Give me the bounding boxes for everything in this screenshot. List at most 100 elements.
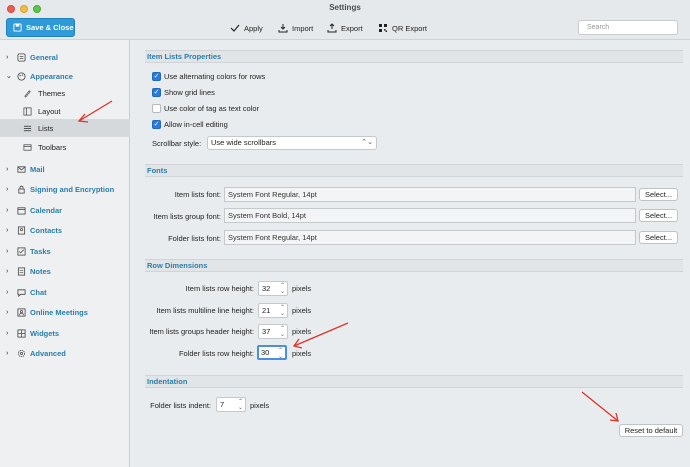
list-icon bbox=[23, 125, 32, 131]
checkbox-label: Use color of tag as text color bbox=[164, 104, 260, 113]
chevron-right-icon: › bbox=[6, 349, 9, 357]
unit-label: pixels bbox=[292, 306, 312, 315]
item-lists-font-label: Item lists font: bbox=[174, 190, 221, 199]
multiline-height-stepper[interactable]: 21 ⌃ ⌄ bbox=[258, 303, 288, 318]
checkbox-unchecked[interactable] bbox=[152, 104, 161, 113]
groups-header-height-stepper[interactable]: 37 ⌃ ⌄ bbox=[258, 324, 288, 339]
sidebar-item-label: Online Meetings bbox=[30, 307, 88, 317]
save-close-button[interactable]: Save & Close bbox=[6, 18, 75, 37]
checkbox-checked[interactable]: ✓ bbox=[152, 120, 161, 129]
title-bar: Settings Save & Close Apply Import Expor… bbox=[0, 0, 690, 40]
chevron-down-icon: ⌄ bbox=[6, 73, 12, 80]
sidebar-item-contacts[interactable]: › Contacts bbox=[0, 221, 130, 239]
row-height-stepper[interactable]: 32 ⌃ ⌄ bbox=[258, 281, 288, 296]
chevron-up-down-icon: ⌃⌄ bbox=[361, 139, 373, 146]
groups-header-height-label: Item lists groups header height: bbox=[149, 327, 254, 336]
sidebar-item-signing[interactable]: › Signing and Encryption bbox=[0, 180, 130, 198]
sidebar-item-label: Signing and Encryption bbox=[30, 184, 115, 194]
section-header-item-lists-properties: Item Lists Properties bbox=[145, 50, 683, 63]
chevron-right-icon: › bbox=[6, 329, 9, 337]
checkbox-label: Use alternating colors for rows bbox=[164, 72, 266, 81]
sidebar-item-label: Layout bbox=[38, 106, 61, 116]
sidebar-item-widgets[interactable]: › Widgets bbox=[0, 324, 130, 342]
checklist-icon bbox=[17, 246, 26, 256]
search-input[interactable]: Search bbox=[578, 20, 678, 35]
unit-label: pixels bbox=[250, 401, 270, 410]
sidebar-item-layout[interactable]: Layout bbox=[0, 102, 130, 120]
sidebar-item-online-meetings[interactable]: › Online Meetings bbox=[0, 303, 130, 321]
sidebar-item-label: Lists bbox=[38, 123, 54, 133]
chat-bubble-icon bbox=[17, 288, 26, 297]
alternating-colors-checkbox[interactable]: ✓ Use alternating colors for rows bbox=[152, 72, 265, 81]
qr-export-label: QR Export bbox=[392, 23, 428, 33]
chevron-right-icon: › bbox=[6, 206, 9, 214]
folder-row-height-label: Folder lists row height: bbox=[178, 349, 254, 358]
checkbox-checked[interactable]: ✓ bbox=[152, 72, 161, 81]
import-button[interactable]: Import bbox=[278, 23, 313, 33]
envelope-icon bbox=[17, 165, 26, 173]
stepper-value: 37 bbox=[262, 327, 271, 336]
meeting-icon bbox=[17, 307, 26, 317]
window-title: Settings bbox=[329, 3, 361, 12]
folder-row-height-stepper[interactable]: 30 ⌃ ⌄ bbox=[257, 345, 287, 360]
scrollbar-style-label: Scrollbar style: bbox=[152, 139, 202, 148]
folder-indent-label: Folder lists indent: bbox=[150, 401, 211, 410]
palette-icon bbox=[17, 71, 26, 81]
sidebar-item-notes[interactable]: › Notes bbox=[0, 262, 130, 280]
in-cell-editing-checkbox[interactable]: ✓ Allow in-cell editing bbox=[152, 120, 228, 129]
qr-export-button[interactable]: QR Export bbox=[378, 23, 427, 33]
stepper-arrows-icon[interactable]: ⌃ ⌄ bbox=[278, 347, 283, 360]
select-folder-font-button[interactable]: Select... bbox=[639, 231, 678, 244]
save-close-label: Save & Close bbox=[26, 23, 74, 32]
stepper-arrows-icon[interactable]: ⌃ ⌄ bbox=[280, 304, 285, 317]
sidebar-item-appearance[interactable]: ⌄ Appearance bbox=[0, 67, 130, 85]
select-group-font-button[interactable]: Select... bbox=[639, 209, 678, 222]
contact-card-icon bbox=[17, 225, 26, 235]
sidebar-item-themes[interactable]: Themes bbox=[0, 84, 130, 102]
toolbar-icon bbox=[23, 143, 32, 151]
sidebar-item-chat[interactable]: › Chat bbox=[0, 283, 130, 301]
sidebar-item-tasks[interactable]: › Tasks bbox=[0, 242, 130, 260]
sidebar-item-toolbars[interactable]: Toolbars bbox=[0, 138, 130, 156]
folder-font-label: Folder lists font: bbox=[168, 234, 221, 243]
chevron-right-icon: › bbox=[6, 308, 9, 316]
multiline-height-label: Item lists multiline line height: bbox=[156, 306, 254, 315]
sidebar-item-label: Themes bbox=[38, 88, 66, 98]
qr-code-icon bbox=[379, 24, 387, 32]
sidebar-item-mail[interactable]: › Mail bbox=[0, 160, 130, 178]
note-icon bbox=[17, 266, 26, 276]
calendar-icon bbox=[17, 206, 26, 215]
checkbox-checked[interactable]: ✓ bbox=[152, 88, 161, 97]
folder-indent-stepper[interactable]: 7 ⌃ ⌄ bbox=[216, 397, 246, 412]
lock-icon bbox=[18, 185, 25, 194]
scrollbar-style-select[interactable]: Use wide scrollbars ⌃⌄ bbox=[207, 136, 377, 150]
sidebar-item-advanced[interactable]: › Advanced bbox=[0, 344, 130, 362]
stepper-value: 21 bbox=[262, 306, 271, 315]
apply-button[interactable]: Apply bbox=[230, 23, 263, 33]
checkbox-label: Show grid lines bbox=[164, 88, 215, 97]
sidebar: › General ⌄ Appearance Themes Layout Lis… bbox=[0, 40, 130, 467]
stepper-arrows-icon[interactable]: ⌃ ⌄ bbox=[280, 282, 285, 295]
export-button[interactable]: Export bbox=[327, 23, 363, 33]
reset-to-default-button[interactable]: Reset to default bbox=[619, 424, 683, 437]
sidebar-item-general[interactable]: › General bbox=[0, 48, 130, 66]
group-font-field: System Font Bold, 14pt bbox=[224, 208, 636, 223]
sidebar-item-label: Widgets bbox=[30, 328, 60, 338]
stepper-value: 32 bbox=[262, 284, 271, 293]
stepper-value: 30 bbox=[261, 348, 270, 357]
chevron-right-icon: › bbox=[6, 288, 9, 296]
unit-label: pixels bbox=[292, 284, 312, 293]
item-lists-font-field: System Font Regular, 14pt bbox=[224, 187, 636, 202]
chevron-right-icon: › bbox=[6, 247, 9, 255]
section-header-indentation: Indentation bbox=[145, 375, 683, 388]
sidebar-item-calendar[interactable]: › Calendar bbox=[0, 201, 130, 219]
folder-font-field: System Font Regular, 14pt bbox=[224, 230, 636, 245]
show-grid-lines-checkbox[interactable]: ✓ Show grid lines bbox=[152, 88, 215, 97]
stepper-arrows-icon[interactable]: ⌃ ⌄ bbox=[238, 398, 243, 411]
tag-color-checkbox[interactable]: Use color of tag as text color bbox=[152, 104, 259, 113]
import-label: Import bbox=[292, 23, 314, 33]
select-item-lists-font-button[interactable]: Select... bbox=[639, 188, 678, 201]
sidebar-item-lists[interactable]: Lists bbox=[0, 119, 130, 137]
stepper-arrows-icon[interactable]: ⌃ ⌄ bbox=[280, 325, 285, 338]
sidebar-item-label: Appearance bbox=[30, 71, 73, 81]
